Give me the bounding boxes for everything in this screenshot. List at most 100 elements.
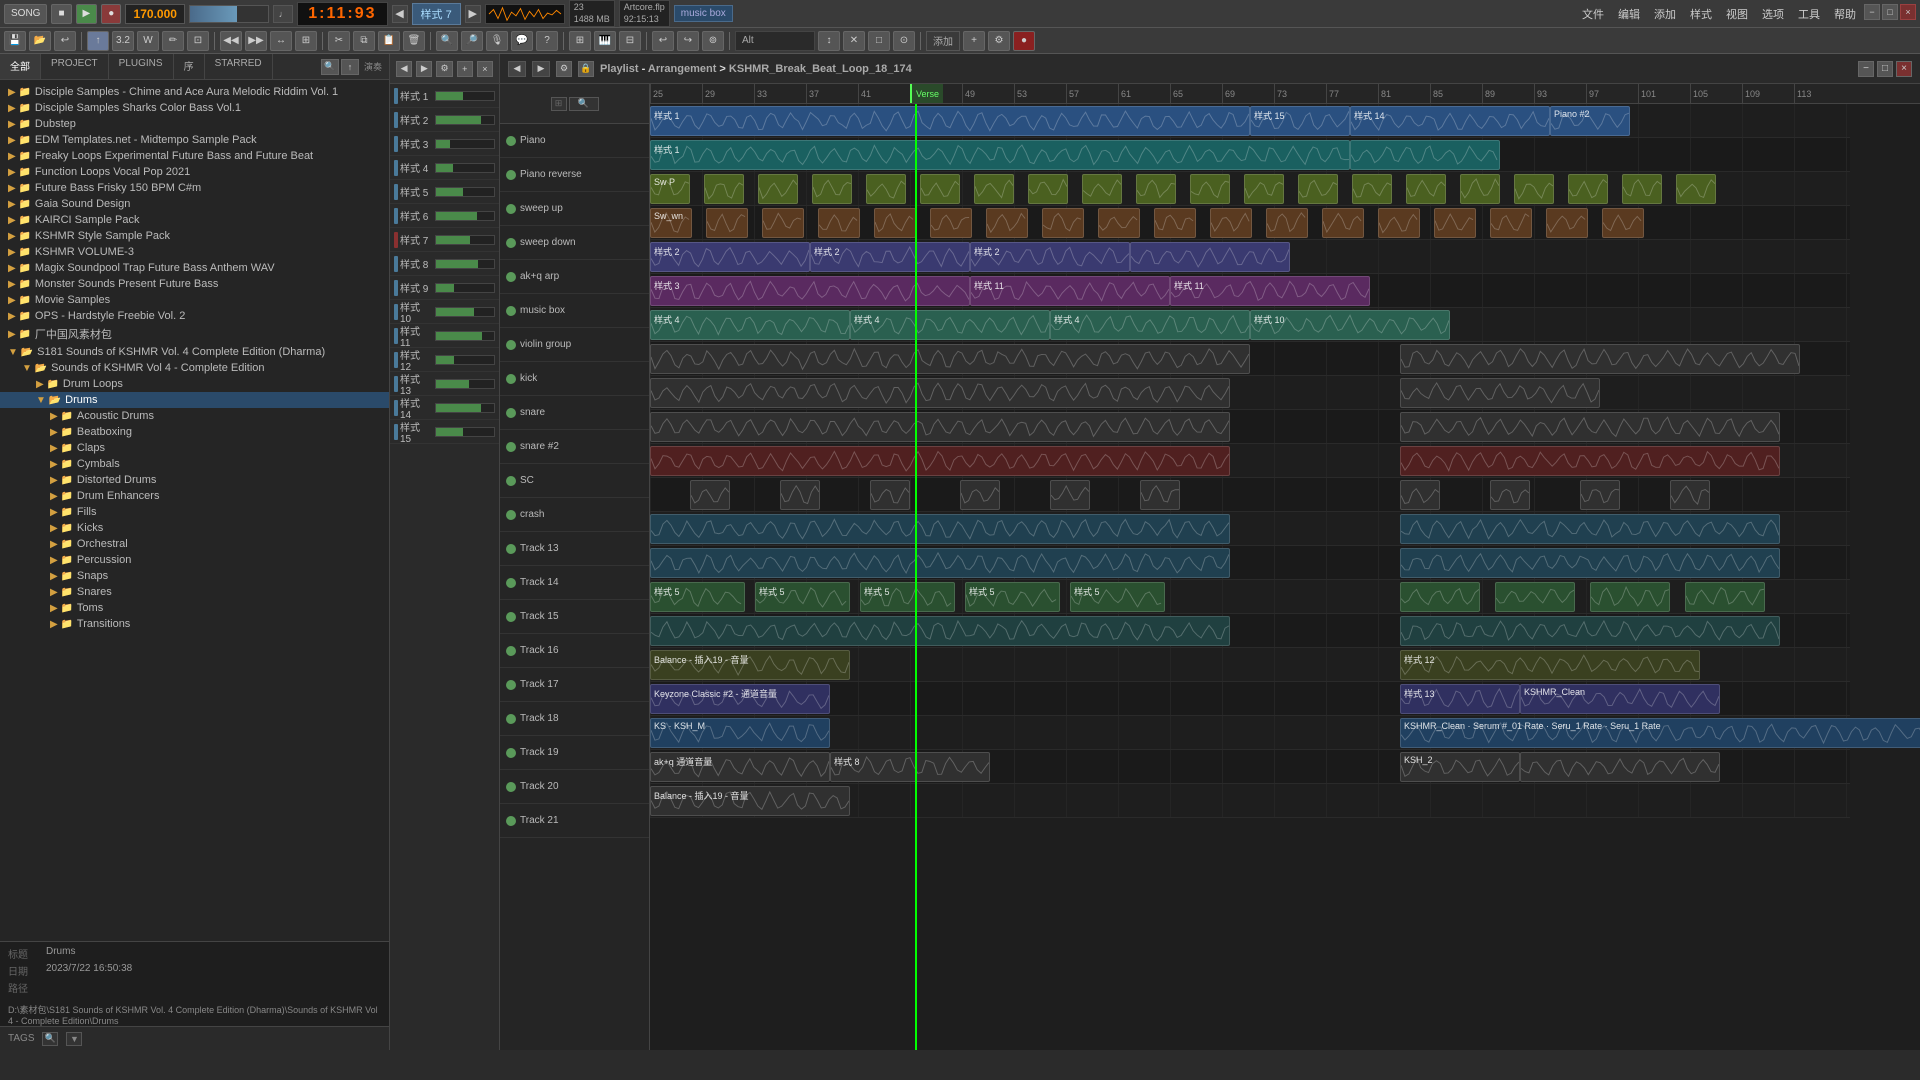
tool-rec2[interactable]: ⊙ xyxy=(893,31,915,51)
tool-w[interactable]: W xyxy=(137,31,159,51)
track-label[interactable]: Track 17 xyxy=(500,668,649,702)
tool-solo[interactable]: □ xyxy=(868,31,890,51)
track-row[interactable]: 样式 3样式 11样式 11 xyxy=(650,274,1850,308)
tool-save[interactable]: 💾 xyxy=(4,31,26,51)
pattern-item[interactable]: 样式 14 xyxy=(390,396,499,420)
tool-add-plus[interactable]: + xyxy=(963,31,985,51)
track-block[interactable]: ak+q 通道音量 xyxy=(650,752,830,782)
track-row[interactable] xyxy=(650,342,1850,376)
tool-settings[interactable]: ⚙ xyxy=(988,31,1010,51)
tool-arrow[interactable]: ↑ xyxy=(87,31,109,51)
tool-piano[interactable]: 🎹 xyxy=(594,31,616,51)
track-block[interactable]: 样式 4 xyxy=(850,310,1050,340)
browser-item[interactable]: ▶ 📁KAIRCI Sample Pack xyxy=(0,212,389,228)
tool-snap[interactable]: ⊞ xyxy=(295,31,317,51)
tempo-slider[interactable] xyxy=(189,5,269,23)
track-block[interactable] xyxy=(1400,548,1780,578)
pattern-nav-prev[interactable]: ◀ xyxy=(396,61,412,77)
browser-item[interactable]: ▶ 📁Distorted Drums xyxy=(0,472,389,488)
zoom-btn[interactable]: 🔍 xyxy=(569,97,599,111)
track-block[interactable] xyxy=(1546,208,1588,238)
browser-item[interactable]: ▶ 📁Future Bass Frisky 150 BPM C#m xyxy=(0,180,389,196)
track-block[interactable] xyxy=(1460,174,1500,204)
song-mode-btn[interactable]: SONG xyxy=(4,4,47,24)
tool-mixer[interactable]: ⊞ xyxy=(569,31,591,51)
track-block[interactable]: KSH_2 xyxy=(1400,752,1520,782)
track-block[interactable] xyxy=(1590,582,1670,612)
track-block[interactable] xyxy=(874,208,916,238)
track-block[interactable] xyxy=(758,174,798,204)
track-block[interactable] xyxy=(1378,208,1420,238)
playlist-fwd[interactable]: ▶ xyxy=(532,61,550,77)
browser-item[interactable]: ▶ 📁Gaia Sound Design xyxy=(0,196,389,212)
tags-filter-btn[interactable]: ▼ xyxy=(66,1032,82,1046)
tool-comment[interactable]: 💬 xyxy=(511,31,533,51)
track-block[interactable]: 样式 10 xyxy=(1250,310,1450,340)
track-label[interactable]: crash xyxy=(500,498,649,532)
tool-size[interactable]: 3.2 xyxy=(112,31,134,51)
browser-item[interactable]: ▶ 📁Acoustic Drums xyxy=(0,408,389,424)
track-block[interactable] xyxy=(1580,480,1620,510)
track-block[interactable] xyxy=(1082,174,1122,204)
track-row[interactable]: 样式 4样式 4样式 4样式 10 xyxy=(650,308,1850,342)
track-block[interactable] xyxy=(1400,378,1600,408)
tool-zoom-out[interactable]: 🔎 xyxy=(461,31,483,51)
browser-item[interactable]: ▶ 📁Toms xyxy=(0,600,389,616)
menu-pattern[interactable]: 样式 xyxy=(1684,4,1718,24)
mixer-level[interactable]: Alt xyxy=(735,31,815,51)
track-block[interactable] xyxy=(1406,174,1446,204)
add-label[interactable]: 添加 xyxy=(926,31,960,51)
browser-item[interactable]: ▶ 📁Cymbals xyxy=(0,456,389,472)
playlist-maximize[interactable]: □ xyxy=(1877,61,1893,77)
pattern-item[interactable]: 样式 8 xyxy=(390,252,499,276)
browser-item[interactable]: ▼ 📂Drums xyxy=(0,392,389,408)
tool-nav-1[interactable]: ◀◀ xyxy=(220,31,242,51)
tool-undo[interactable]: ↩ xyxy=(54,31,76,51)
pattern-close[interactable]: × xyxy=(477,61,493,77)
track-block[interactable]: 样式 5 xyxy=(860,582,955,612)
track-block[interactable] xyxy=(780,480,820,510)
tab-project[interactable]: PROJECT xyxy=(41,54,109,79)
pattern-item[interactable]: 样式 1 xyxy=(390,84,499,108)
tool-nav-2[interactable]: ▶▶ xyxy=(245,31,267,51)
browser-item[interactable]: ▶ 📁KSHMR Style Sample Pack xyxy=(0,228,389,244)
track-block[interactable]: 样式 15 xyxy=(1250,106,1350,136)
track-row[interactable] xyxy=(650,546,1850,580)
browser-item[interactable]: ▶ 📁Snaps xyxy=(0,568,389,584)
track-block[interactable] xyxy=(1050,480,1090,510)
track-mute-btn[interactable] xyxy=(506,204,516,214)
track-block[interactable]: 样式 8 xyxy=(830,752,990,782)
tool-zoom-in[interactable]: 🔍 xyxy=(436,31,458,51)
tool-fwd[interactable]: ↪ xyxy=(677,31,699,51)
track-label[interactable]: Track 13 xyxy=(500,532,649,566)
track-block[interactable]: 样式 1 xyxy=(650,140,1350,170)
pattern-item[interactable]: 样式 5 xyxy=(390,180,499,204)
tool-draw[interactable]: ✏ xyxy=(162,31,184,51)
track-mute-btn[interactable] xyxy=(506,510,516,520)
browser-item[interactable]: ▶ 📁EDM Templates.net - Midtempo Sample P… xyxy=(0,132,389,148)
pattern-item[interactable]: 样式 6 xyxy=(390,204,499,228)
track-row[interactable]: ak+q 通道音量样式 8 KSH_2 xyxy=(650,750,1850,784)
tab-plugins[interactable]: PLUGINS xyxy=(109,54,174,79)
track-block[interactable] xyxy=(1400,480,1440,510)
pattern-item[interactable]: 样式 3 xyxy=(390,132,499,156)
menu-help[interactable]: 帮助 xyxy=(1828,4,1862,24)
track-row[interactable]: 样式 5样式 5样式 5样式 5样式 5 xyxy=(650,580,1850,614)
track-label[interactable]: music box xyxy=(500,294,649,328)
track-block[interactable] xyxy=(1298,174,1338,204)
track-mute-btn[interactable] xyxy=(506,272,516,282)
track-block[interactable] xyxy=(818,208,860,238)
browser-item[interactable]: ▶ 📁Function Loops Vocal Pop 2021 xyxy=(0,164,389,180)
track-block[interactable] xyxy=(1670,480,1710,510)
track-block[interactable] xyxy=(650,514,1230,544)
track-block[interactable] xyxy=(1602,208,1644,238)
browser-item[interactable]: ▶ 📁KSHMR VOLUME-3 xyxy=(0,244,389,260)
track-label[interactable]: violin group xyxy=(500,328,649,362)
track-block[interactable] xyxy=(1350,140,1500,170)
playlist-back[interactable]: ◀ xyxy=(508,61,526,77)
track-block[interactable] xyxy=(650,548,1230,578)
browser-item[interactable]: ▼ 📂Sounds of KSHMR Vol 4 - Complete Edit… xyxy=(0,360,389,376)
time-nav-next[interactable]: ▶ xyxy=(465,5,481,23)
track-block[interactable] xyxy=(762,208,804,238)
track-block[interactable] xyxy=(1434,208,1476,238)
